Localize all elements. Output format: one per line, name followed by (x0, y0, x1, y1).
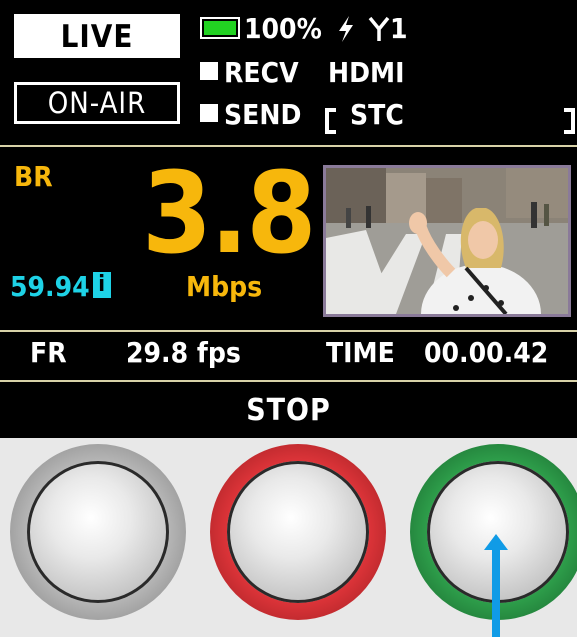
recv-square-icon (200, 62, 218, 80)
lightning-icon (339, 16, 353, 42)
stop-label: STOP (246, 393, 331, 428)
battery-icon (200, 17, 240, 39)
pointer-arrow-icon (484, 534, 508, 637)
input-frame-rate: 59.94 i (10, 272, 111, 302)
time-label: TIME (326, 336, 395, 369)
stc-bracket-right-icon (564, 108, 575, 134)
send-status: SEND (200, 100, 301, 130)
stop-status-bar: STOP (0, 383, 577, 438)
recv-status: RECV (200, 58, 299, 88)
divider-middle (0, 330, 577, 332)
fr-value: 29.8 fps (126, 336, 241, 369)
br-label: BR (14, 160, 53, 193)
on-air-indicator: ON-AIR (14, 82, 180, 124)
live-indicator: LIVE (14, 14, 180, 58)
send-square-icon (200, 104, 218, 122)
antenna-icon (368, 16, 390, 41)
time-value: 00.00.42 (424, 336, 549, 369)
divider-bottom (0, 380, 577, 382)
source-label: HDMI (328, 56, 405, 89)
red-hardware-button[interactable] (210, 444, 386, 620)
interlace-badge: i (92, 272, 111, 298)
device-display: LIVE ON-AIR 100% 1 RECV HDMI SEND STC BR… (0, 0, 577, 438)
divider-top (0, 145, 577, 147)
battery-percent: 100% (244, 12, 322, 45)
bitrate-unit: Mbps (186, 270, 263, 303)
gray-hardware-button[interactable] (10, 444, 186, 620)
stc-label: STC (350, 98, 404, 131)
antenna-count: 1 (390, 12, 408, 45)
fr-label: FR (30, 336, 67, 369)
bitrate-value: 3.8 (142, 149, 316, 279)
video-preview (323, 165, 571, 317)
stc-bracket-left-icon (325, 108, 336, 134)
